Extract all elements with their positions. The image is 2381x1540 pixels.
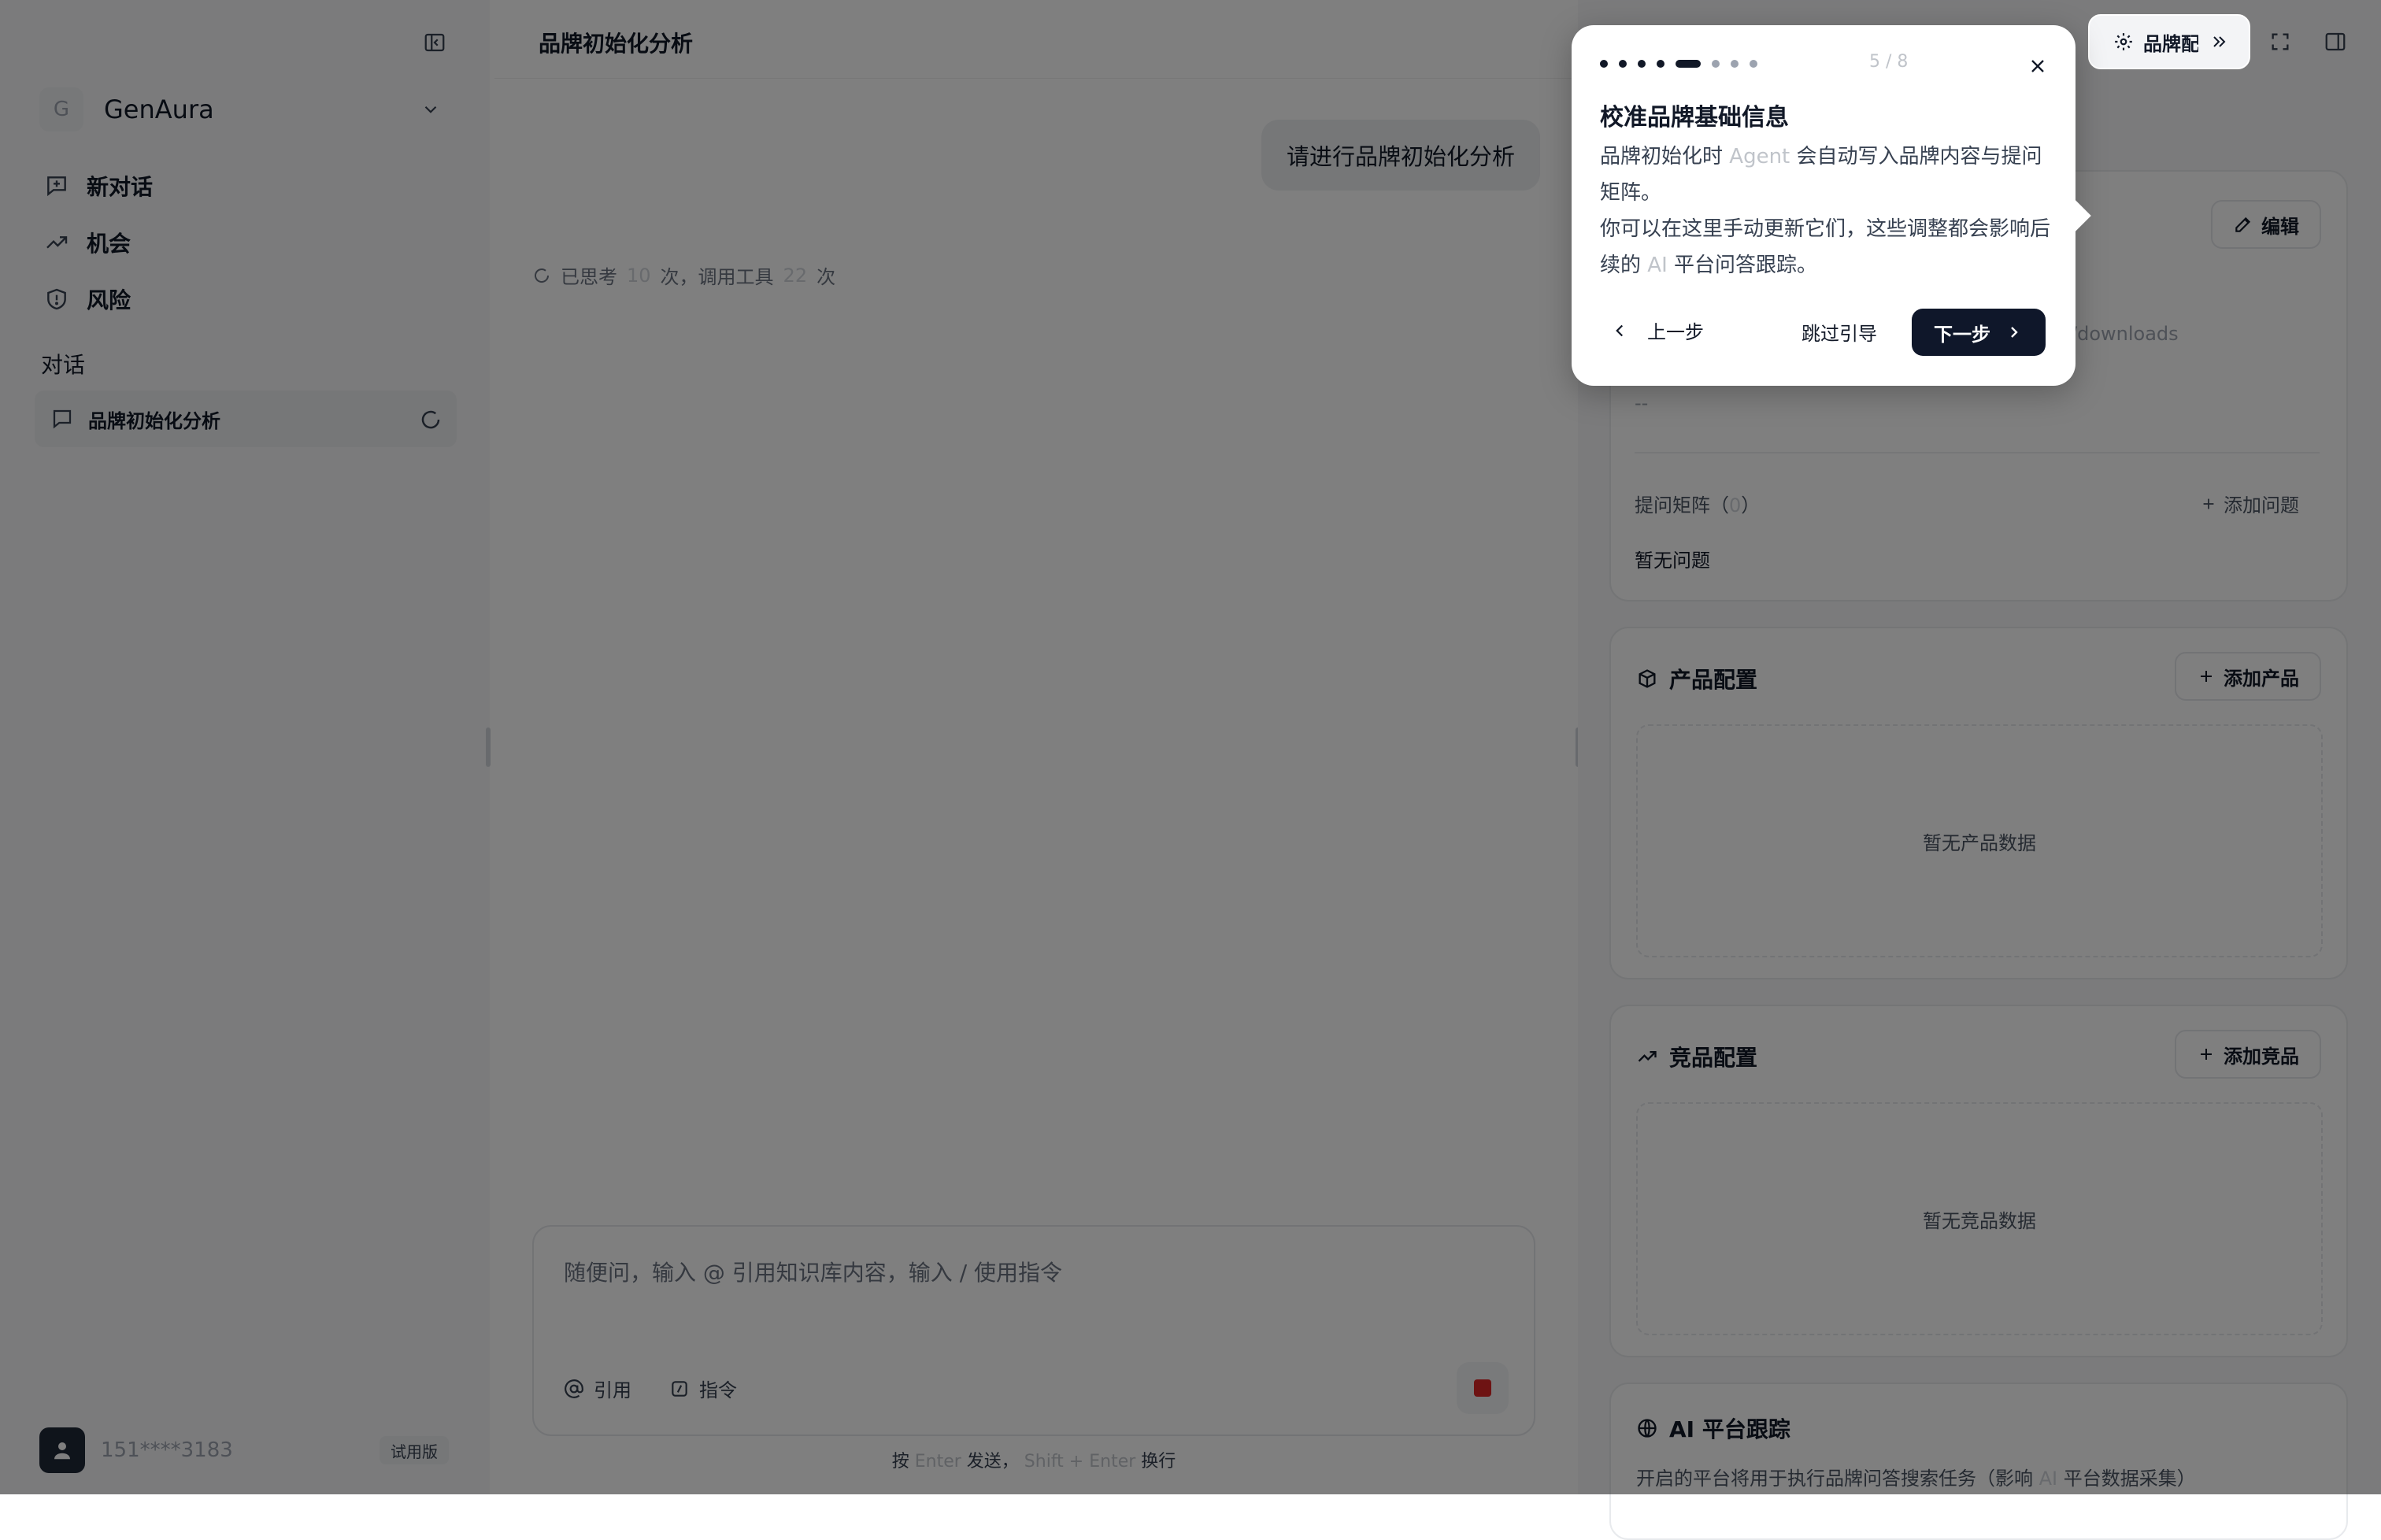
tour-dot	[1657, 60, 1664, 68]
highlighted-brand-tab[interactable]: 品牌配置	[2088, 14, 2250, 69]
tour-text: 品牌初始化时	[1600, 145, 1724, 168]
tour-dot	[1750, 60, 1757, 68]
tour-text: 你可以在这里手动更新它们，这些调整都会影响后续的	[1600, 217, 2051, 277]
tour-dot	[1712, 60, 1720, 68]
tour-skip-button[interactable]: 跳过引导	[1801, 318, 1877, 346]
tour-agent: Agent	[1729, 145, 1790, 168]
tour-dot	[1619, 60, 1627, 68]
tour-next-label: 下一步	[1934, 323, 1990, 346]
chevron-right-icon	[2011, 327, 2018, 338]
tour-text: 平台问答跟踪。	[1674, 254, 1818, 277]
gear-icon	[2115, 33, 2132, 50]
tour-dot-active	[1676, 60, 1701, 68]
tour-body: 品牌初始化时 Agent 会自动写入品牌内容与提问矩阵。 你可以在这里手动更新它…	[1600, 139, 2053, 283]
tour-next-button[interactable]: 下一步	[1912, 309, 2046, 356]
chevrons-right-icon	[2213, 36, 2226, 47]
tour-prev-button[interactable]: 上一步	[1609, 317, 1704, 344]
tour-popover: 5 / 8 校准品牌基础信息 品牌初始化时 Agent 会自动写入品牌内容与提问…	[1572, 25, 2091, 386]
tour-dot	[1638, 60, 1646, 68]
tour-prev-label: 上一步	[1647, 321, 1704, 343]
chevron-left-icon	[1616, 324, 1624, 336]
tour-progress-dots	[1600, 60, 1768, 68]
tour-title: 校准品牌基础信息	[1600, 104, 1789, 131]
tour-ai: AI	[1647, 254, 1668, 277]
tour-dot	[1731, 60, 1739, 68]
tour-close-button[interactable]	[2020, 49, 2055, 83]
tour-dot	[1600, 60, 1608, 68]
tour-step-counter: 5 / 8	[1869, 52, 1909, 72]
close-icon	[2031, 60, 2044, 72]
tab-label: 品牌配置	[2143, 32, 2198, 55]
